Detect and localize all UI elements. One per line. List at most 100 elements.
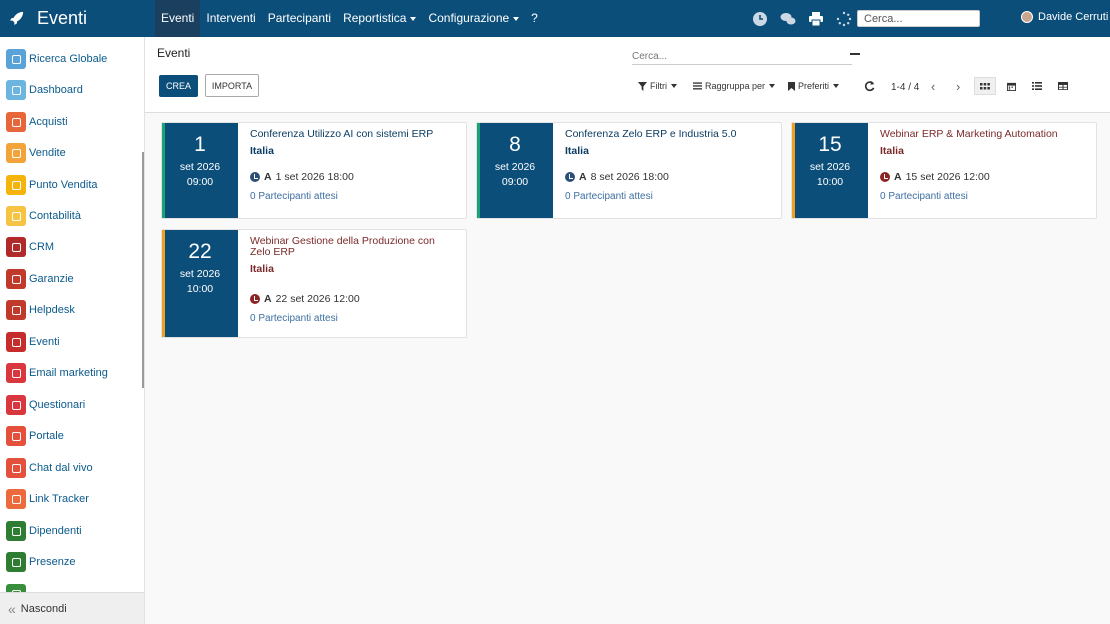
print-icon[interactable]	[808, 11, 824, 27]
pager-next-icon[interactable]: ›	[956, 79, 960, 94]
event-end-value: 15 set 2026 12:00	[905, 171, 990, 183]
calendar-view-button[interactable]	[1000, 77, 1022, 95]
paper-plane-icon	[6, 363, 26, 383]
event-participants-link[interactable]: 0 Partecipanti attesi	[880, 191, 1086, 202]
create-button[interactable]: CREA	[159, 75, 198, 97]
sidebar-item-label: Punto Vendita	[29, 179, 98, 191]
event-card[interactable]: 15 set 2026 10:00 Webinar ERP & Marketing A…	[791, 122, 1097, 219]
clock-icon	[250, 294, 260, 304]
sidebar-item-label: Eventi	[29, 336, 60, 348]
top-navbar: Eventi Eventi Interventi Partecipanti Repor…	[0, 0, 1110, 37]
event-country: Italia	[250, 263, 274, 275]
menu-item-label: Interventi	[206, 11, 256, 25]
menu-item-label: Eventi	[161, 11, 195, 25]
sidebar-item-13[interactable]: Chat dal vivo	[6, 457, 93, 479]
event-date-box: 1 set 2026 09:00	[162, 123, 238, 218]
list-view-button[interactable]	[1026, 77, 1048, 95]
menu-item-1[interactable]: Interventi	[200, 0, 261, 37]
globe-icon	[6, 426, 26, 446]
clock-icon[interactable]	[752, 11, 768, 27]
bookmark-icon	[788, 81, 795, 91]
event-participants-link[interactable]: 0 Partecipanti attesi	[250, 313, 456, 324]
event-month-year: set 2026	[179, 268, 221, 280]
list-bars-icon	[693, 82, 702, 90]
sidebar-item-label: Dipendenti	[29, 525, 82, 537]
event-start-time: 10:00	[186, 283, 214, 295]
event-card[interactable]: 1 set 2026 09:00 Conferenza Utilizzo AI con…	[161, 122, 467, 219]
user-name: Davide Cerruti	[1038, 11, 1109, 23]
favorites-dropdown[interactable]: Preferiti	[788, 81, 840, 91]
event-end-prefix: A	[264, 293, 272, 305]
sidebar-item-4[interactable]: Punto Vendita	[6, 174, 98, 196]
handshake-icon	[6, 237, 26, 257]
sidebar-item-14[interactable]: Link Tracker	[6, 488, 89, 510]
menu-item-3[interactable]: Reportistica	[337, 0, 422, 37]
avatar	[1021, 11, 1033, 23]
link-icon	[6, 489, 26, 509]
pager-previous-icon[interactable]: ‹	[931, 79, 935, 94]
menu-item-5[interactable]: ?	[525, 0, 544, 37]
event-card[interactable]: 22 set 2026 10:00 Webinar Gestione della Pr…	[161, 229, 467, 338]
sidebar-item-3[interactable]: Vendite	[6, 142, 66, 164]
refresh-icon[interactable]	[864, 81, 875, 95]
event-participants-link[interactable]: 0 Partecipanti attesi	[565, 191, 771, 202]
hide-sidebar-button[interactable]: « Nascondi	[0, 592, 144, 624]
event-start-time: 09:00	[501, 176, 529, 188]
sidebar-item-10[interactable]: Email marketing	[6, 362, 108, 384]
sidebar-item-0[interactable]: Ricerca Globale	[6, 48, 107, 70]
menu-item-2[interactable]: Partecipanti	[262, 0, 337, 37]
event-start-time: 09:00	[186, 176, 214, 188]
sidebar-item-5[interactable]: Contabilità	[6, 205, 81, 227]
filters-dropdown[interactable]: Filtri	[638, 81, 677, 91]
sidebar-item-label: Questionari	[29, 399, 86, 411]
sidebar-item-2[interactable]: Acquisti	[6, 111, 68, 133]
event-date-box: 15 set 2026 10:00	[792, 123, 868, 218]
event-participants-link[interactable]: 0 Partecipanti attesi	[250, 191, 456, 202]
event-end-date: A 22 set 2026 12:00	[250, 293, 456, 305]
sidebar-item-1[interactable]: Dashboard	[6, 79, 83, 101]
import-button[interactable]: IMPORTA	[205, 74, 259, 97]
sidebar-item-8[interactable]: Helpdesk	[6, 299, 75, 321]
event-day: 8	[509, 133, 521, 156]
menu-item-label: Configurazione	[428, 11, 510, 25]
sidebar-item-9[interactable]: Eventi	[6, 331, 60, 353]
sidebar-item-12[interactable]: Portale	[6, 425, 64, 447]
sidebar-item-15[interactable]: Dipendenti	[6, 520, 82, 542]
caret-down-icon	[410, 16, 417, 21]
chat-icon	[6, 458, 26, 478]
sidebar-item-11[interactable]: Questionari	[6, 394, 85, 416]
groupby-dropdown[interactable]: Raggruppa per	[693, 81, 776, 91]
event-day: 1	[194, 133, 206, 156]
sidebar-item-label: CRM	[29, 241, 55, 253]
chat-bubbles-icon[interactable]	[780, 11, 796, 27]
search-options-toggle[interactable]	[850, 53, 860, 55]
pager-value[interactable]: 1-4 / 4	[891, 82, 919, 93]
kanban-grid-icon	[980, 82, 990, 89]
calendar-icon	[1006, 82, 1016, 91]
sidebar-item-16[interactable]: Presenze	[6, 551, 75, 573]
sidebar-scrollbar[interactable]	[142, 152, 144, 388]
event-card[interactable]: 8 set 2026 09:00 Conferenza Zelo ERP e Indu…	[476, 122, 782, 219]
search-input[interactable]	[632, 49, 852, 65]
menu-item-4[interactable]: Configurazione	[422, 0, 525, 37]
kanban-view-button[interactable]	[974, 77, 996, 95]
filter-icon	[638, 81, 647, 91]
pivot-view-button[interactable]	[1052, 77, 1074, 95]
list-icon	[1032, 82, 1042, 90]
event-day: 22	[188, 240, 212, 263]
event-info: Webinar ERP & Marketing Automation Italia…	[880, 129, 1086, 202]
app-brand[interactable]: Eventi	[0, 0, 145, 37]
sidebar-item-6[interactable]: CRM	[6, 236, 54, 258]
user-menu[interactable]: Davide Cerruti	[1021, 11, 1108, 23]
menu-item-0[interactable]: Eventi	[155, 0, 201, 37]
menu-item-label: Partecipanti	[267, 11, 332, 25]
sidebar-item-label: Contabilità	[29, 210, 81, 222]
user-check-icon	[6, 552, 26, 572]
table-icon	[1058, 82, 1068, 90]
event-title: Webinar Gestione della Produzione con Ze…	[250, 235, 435, 258]
sidebar-item-label: Acquisti	[29, 116, 68, 128]
top-search-input[interactable]	[857, 10, 980, 27]
groupby-label: Raggruppa per	[705, 81, 766, 91]
top-menu: Eventi Interventi Partecipanti Reportistica…	[155, 0, 544, 37]
sidebar-item-7[interactable]: Garanzie	[6, 268, 74, 290]
